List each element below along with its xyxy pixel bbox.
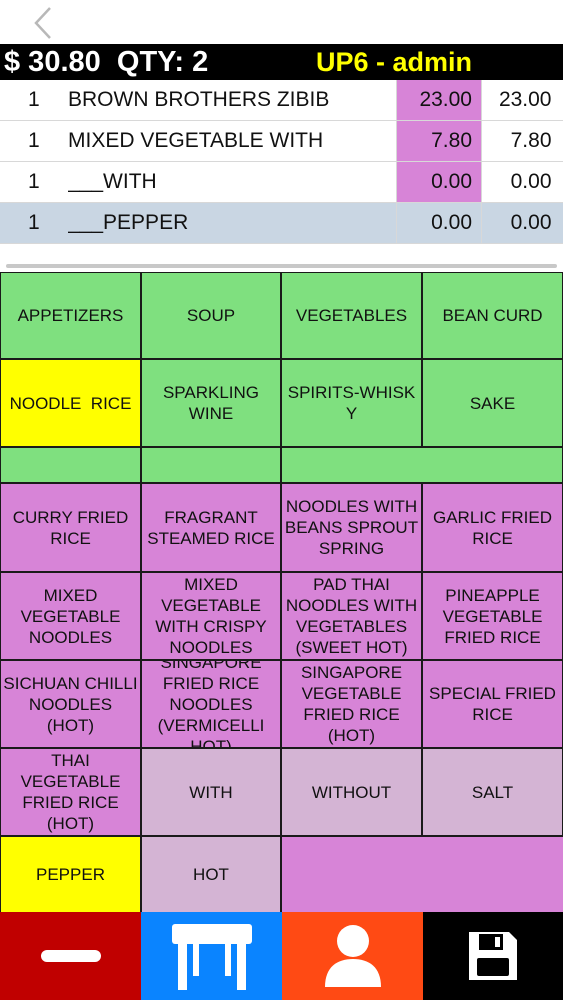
modifier-pepper-button[interactable]: PEPPER	[1, 837, 140, 912]
category-vegetables-button[interactable]: VEGETABLES	[282, 273, 421, 358]
category-soup-button[interactable]: SOUP	[142, 273, 280, 358]
modifier-without-button[interactable]: WITHOUT	[282, 749, 421, 835]
item-mixed-vegetable-crispy-noodles-button[interactable]: MIXED VEGETABLE WITH CRISPY NOODLES	[142, 573, 280, 659]
order-item-name: ___PEPPER	[68, 202, 397, 244]
order-row[interactable]: 1 MIXED VEGETABLE WITH 7.80 7.80	[0, 120, 563, 162]
table-icon	[171, 924, 252, 990]
order-row[interactable]: 1 ___WITH 0.00 0.00	[0, 161, 563, 203]
category-sparkling-wine-button[interactable]: SPARKLING WINE	[142, 360, 280, 446]
chevron-left-icon	[34, 7, 51, 39]
item-singapore-vegetable-fried-rice-button[interactable]: SINGAPORE VEGETABLE FRIED RICE (HOT)	[282, 661, 421, 747]
item-fragrant-steamed-rice-button[interactable]: FRAGRANT STEAMED RICE	[142, 484, 280, 571]
nav-bar	[0, 0, 563, 44]
empty-item-slot	[282, 837, 563, 912]
customer-button[interactable]	[282, 912, 423, 1000]
order-price: 0.00	[396, 202, 482, 244]
minus-icon	[40, 950, 101, 962]
order-item-name: BROWN BROTHERS ZIBIB	[68, 80, 397, 121]
order-line-total: 0.00	[481, 202, 563, 244]
item-thai-vegetable-fried-rice-button[interactable]: THAI VEGETABLE FRIED RICE (HOT)	[1, 749, 140, 835]
bottom-toolbar	[0, 912, 563, 1000]
category-sake-button[interactable]: SAKE	[423, 360, 562, 446]
order-price: 7.80	[396, 120, 482, 162]
floppy-disk-icon	[469, 932, 517, 980]
order-line-total: 0.00	[481, 161, 563, 203]
modifier-salt-button[interactable]: SALT	[423, 749, 562, 835]
order-item-name: ___WITH	[68, 161, 397, 203]
item-singapore-fried-rice-noodles-button[interactable]: SINGAPORE FRIED RICE NOODLES (VERMICELLI…	[142, 661, 280, 747]
order-line-total: 23.00	[481, 80, 563, 121]
order-qty: 1	[0, 120, 68, 162]
table-button[interactable]	[141, 912, 282, 1000]
order-line-total: 7.80	[481, 120, 563, 162]
back-button[interactable]	[28, 6, 58, 40]
order-price: 0.00	[396, 161, 482, 203]
item-special-fried-rice-button[interactable]: SPECIAL FRIED RICE	[423, 661, 562, 747]
order-qty: 1	[0, 202, 68, 244]
category-noodle-rice-button[interactable]: NOODLE RICE	[1, 360, 140, 446]
order-list: 1 BROWN BROTHERS ZIBIB 23.00 23.00 1 MIX…	[0, 80, 563, 244]
order-item-name: MIXED VEGETABLE WITH	[68, 120, 397, 162]
item-pad-thai-noodles-button[interactable]: PAD THAI NOODLES WITH VEGETABLES (SWEET …	[282, 573, 421, 659]
item-pineapple-fried-rice-button[interactable]: PINEAPPLE VEGETABLE FRIED RICE	[423, 573, 562, 659]
order-qty: 1	[0, 161, 68, 203]
save-button[interactable]	[423, 912, 563, 1000]
item-curry-fried-rice-button[interactable]: CURRY FRIED RICE	[1, 484, 140, 571]
list-scrollbar[interactable]	[6, 264, 557, 268]
modifier-with-button[interactable]: WITH	[142, 749, 280, 835]
item-sichuan-chilli-noodles-button[interactable]: SICHUAN CHILLI NOODLES (HOT)	[1, 661, 140, 747]
order-summary: $ 30.80 QTY: 2	[4, 46, 208, 78]
category-appetizers-button[interactable]: APPETIZERS	[1, 273, 140, 358]
order-qty: 1	[0, 80, 68, 121]
order-row-selected[interactable]: 1 ___PEPPER 0.00 0.00	[0, 202, 563, 244]
empty-category-slot[interactable]	[142, 448, 280, 482]
remove-item-button[interactable]	[0, 912, 141, 1000]
terminal-user: UP6 - admin	[316, 47, 473, 77]
item-noodles-beans-sprout-button[interactable]: NOODLES WITH BEANS SPROUT SPRING	[282, 484, 421, 571]
empty-category-slot[interactable]	[1, 448, 140, 482]
empty-category-slot[interactable]	[282, 448, 562, 482]
item-mixed-vegetable-noodles-button[interactable]: MIXED VEGETABLE NOODLES	[1, 573, 140, 659]
menu-button-grid: APPETIZERS SOUP VEGETABLES BEAN CURD NOO…	[0, 272, 563, 912]
modifier-hot-button[interactable]: HOT	[142, 837, 280, 912]
order-price: 23.00	[396, 80, 482, 121]
category-bean-curd-button[interactable]: BEAN CURD	[423, 273, 562, 358]
order-total: $ 30.80	[4, 46, 101, 78]
person-icon	[324, 925, 381, 987]
item-garlic-fried-rice-button[interactable]: GARLIC FRIED RICE	[423, 484, 562, 571]
order-status-bar: $ 30.80 QTY: 2 UP6 - admin	[0, 44, 563, 80]
order-quantity: QTY: 2	[116, 46, 209, 78]
order-row[interactable]: 1 BROWN BROTHERS ZIBIB 23.00 23.00	[0, 80, 563, 121]
category-spirits-whisky-button[interactable]: SPIRITS-WHISKY	[282, 360, 421, 446]
